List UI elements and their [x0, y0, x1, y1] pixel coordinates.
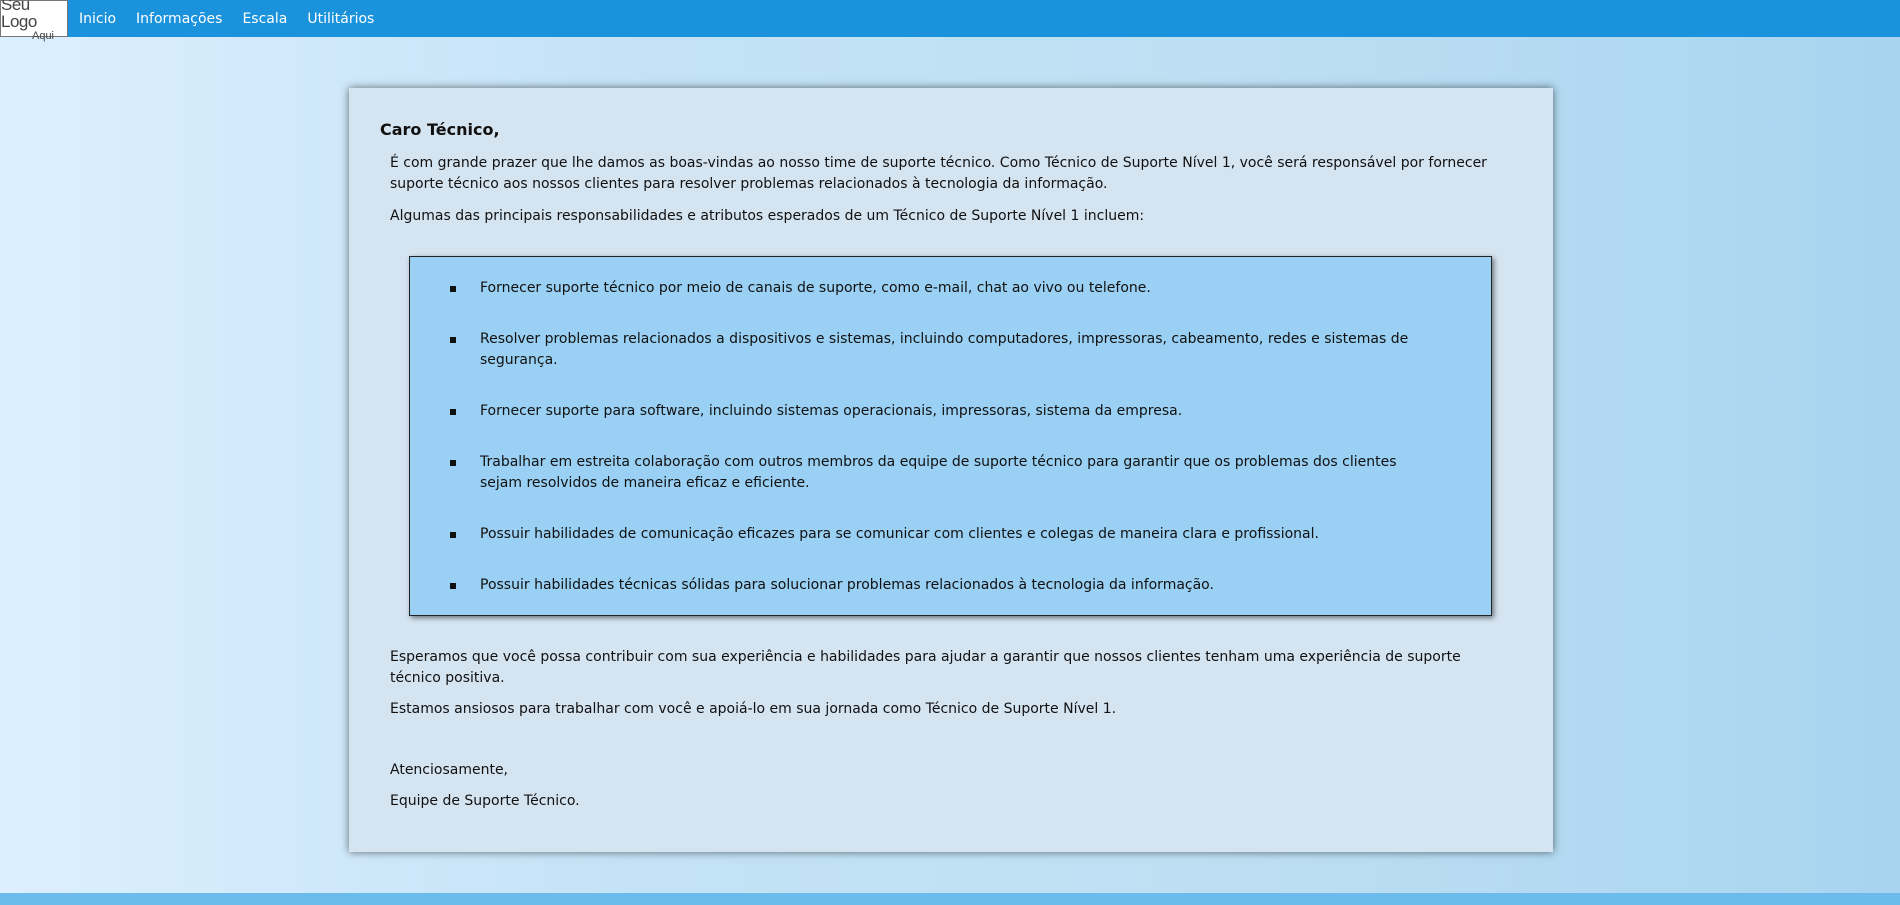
top-navbar: Seu Logo Aqui Inicio Informações Escala …: [0, 0, 1900, 41]
square-bullet-icon: [450, 286, 456, 292]
site-logo[interactable]: Seu Logo Aqui: [0, 0, 68, 41]
letter-greeting: Caro Técnico,: [380, 120, 500, 139]
closing-hope: Esperamos que você possa contribuir com …: [390, 649, 1461, 686]
square-bullet-icon: [450, 532, 456, 538]
nav-item-escala[interactable]: Escala: [242, 11, 287, 27]
responsibilities-box: Fornecer suporte técnico por meio de can…: [409, 256, 1492, 616]
letter-intro: É com grande prazer que lhe damos as boa…: [390, 155, 1487, 192]
signature: Equipe de Suporte Técnico.: [390, 793, 580, 809]
nav-item-inicio[interactable]: Inicio: [79, 11, 116, 27]
nav-item-utilitarios[interactable]: Utilitários: [307, 11, 374, 27]
welcome-letter-card: Caro Técnico, É com grande prazer que lh…: [349, 88, 1553, 852]
logo-text-sub: Aqui: [31, 29, 55, 42]
list-item-text: Fornecer suporte técnico por meio de can…: [480, 280, 1151, 296]
closing-anxious: Estamos ansiosos para trabalhar com você…: [390, 701, 1117, 717]
footer-bar: [0, 893, 1900, 905]
logo-text-main: Seu Logo: [1, 0, 37, 31]
list-item-text: Fornecer suporte para software, incluind…: [480, 403, 1183, 419]
square-bullet-icon: [450, 409, 456, 415]
list-item-text: Possuir habilidades técnicas sólidas par…: [480, 577, 1214, 593]
list-item-text: Possuir habilidades de comunicação efica…: [480, 526, 1319, 542]
nav-item-informacoes[interactable]: Informações: [136, 11, 222, 27]
responsibilities-intro: Algumas das principais responsabilidades…: [390, 208, 1145, 224]
square-bullet-icon: [450, 460, 456, 466]
square-bullet-icon: [450, 337, 456, 343]
signoff: Atenciosamente,: [390, 762, 509, 778]
list-item-text: Resolver problemas relacionados a dispos…: [480, 331, 1409, 368]
square-bullet-icon: [450, 583, 456, 589]
list-item-text: Trabalhar em estreita colaboração com ou…: [480, 454, 1397, 491]
